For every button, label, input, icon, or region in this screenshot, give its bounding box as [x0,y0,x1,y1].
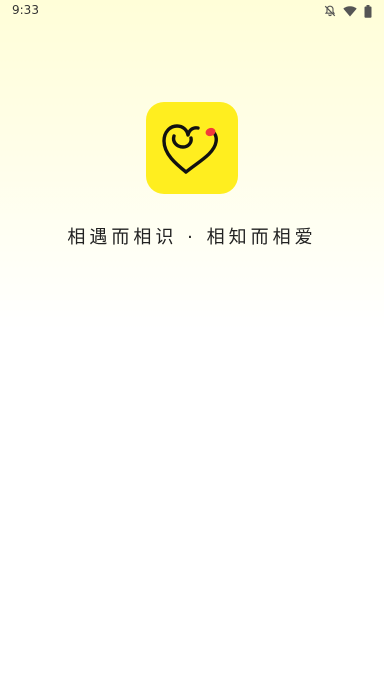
status-time: 9:33 [12,3,39,17]
battery-icon [364,4,372,18]
notifications-off-icon [324,5,336,17]
app-logo [146,102,238,194]
status-icons [324,3,372,19]
status-bar: 9:33 [0,0,384,22]
heart-logo-icon [162,124,218,174]
slogan-text: 相遇而相识 · 相知而相爱 [67,227,317,248]
wifi-icon [343,5,357,17]
